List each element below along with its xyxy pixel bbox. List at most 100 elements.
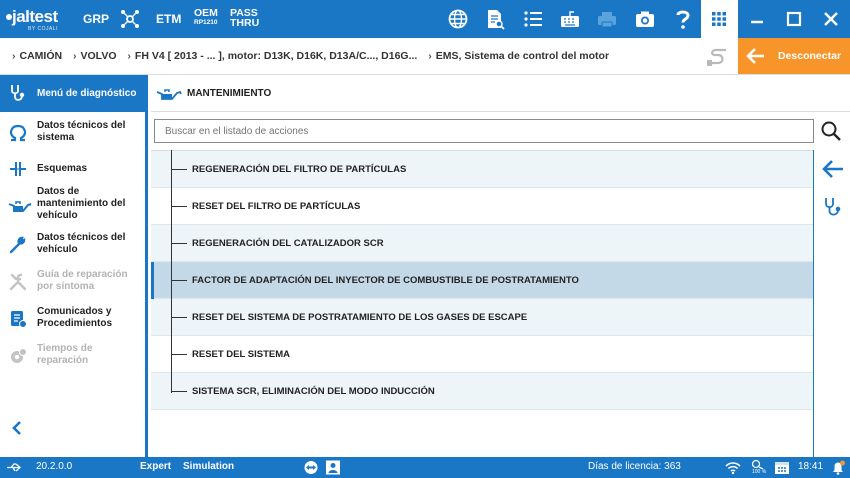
back-arrow-icon[interactable] <box>821 158 845 180</box>
brightness-icon <box>751 459 764 469</box>
sidebar-item-label: Comunicados y Procedimientos <box>37 306 113 329</box>
list-item[interactable]: RESET DEL FILTRO DE PARTÍCULAS <box>151 188 813 225</box>
list-item-label: REGENERACIÓN DEL CATALIZADOR SCR <box>192 238 384 249</box>
search-icon[interactable] <box>820 120 842 142</box>
chevron-left-icon[interactable] <box>9 419 25 437</box>
globe-icon[interactable] <box>447 8 469 30</box>
cable-icon <box>707 48 726 66</box>
oil-can-icon <box>156 89 182 100</box>
list-item-label: RESET DEL FILTRO DE PARTÍCULAS <box>192 201 361 212</box>
clock-text: 18:41 <box>798 461 824 472</box>
list-icon[interactable] <box>522 8 544 30</box>
list-item-label: REGENERACIÓN DEL FILTRO DE PARTÍCULAS <box>192 164 407 175</box>
sidebar-item-label: Esquemas <box>37 163 88 174</box>
rp1210-label: RP1210 <box>194 19 218 26</box>
battery-percent-text: 100 % <box>752 469 767 475</box>
tree-branch <box>171 169 187 170</box>
tree-trunk-line <box>171 150 172 393</box>
printer-icon[interactable] <box>596 8 618 30</box>
jaltest-logo: jaltest BY COJALI <box>6 5 70 33</box>
action-list: REGENERACIÓN DEL FILTRO DE PARTÍCULAS RE… <box>151 150 813 457</box>
network-icon[interactable] <box>119 8 141 30</box>
mode-text: Expert <box>140 461 172 472</box>
grid-button[interactable] <box>701 0 738 38</box>
oem-rp1210-button[interactable]: OEM RP1210 <box>194 8 218 28</box>
sidebar-item-label: Datos técnicos del sistema <box>37 120 126 143</box>
breadcrumb-item-system[interactable]: EMS, Sistema de control del motor <box>436 50 609 62</box>
list-item-label: RESET DEL SISTEMA DE POSTRATAMIENTO DE L… <box>192 312 528 323</box>
camera-icon[interactable] <box>634 8 656 30</box>
user-icon[interactable] <box>325 460 341 475</box>
grid-icon <box>712 12 726 26</box>
tree-branch <box>171 280 187 281</box>
gear-clock-icon <box>11 348 27 363</box>
sidebar-item-label: Tiempos de reparación <box>37 343 93 366</box>
search-input[interactable] <box>154 119 814 143</box>
content-header: MANTENIMIENTO <box>151 75 850 112</box>
etm-button[interactable]: ETM <box>156 12 181 26</box>
minimize-icon[interactable] <box>747 9 767 29</box>
sidebar-item-label: Datos de mantenimiento del vehículo <box>37 186 126 221</box>
arrow-left-icon <box>746 48 764 64</box>
breadcrumb-item-brand[interactable]: VOLVO <box>81 50 117 62</box>
tree-branch <box>171 391 187 392</box>
right-rail <box>813 150 850 457</box>
notification-bell-icon[interactable] <box>830 460 846 475</box>
selection-marker <box>151 262 154 299</box>
sidebar-item-bulletins-procedures[interactable]: Comunicados y Procedimientos <box>0 300 145 338</box>
sidebar-item-schematics[interactable]: Esquemas <box>0 150 145 188</box>
list-item-label: FACTOR DE ADAPTACIÓN DEL INYECTOR DE COM… <box>192 275 579 286</box>
status-bar: 20.2.0.0 Expert Simulation Días de licen… <box>0 457 850 478</box>
usb-icon <box>7 463 21 472</box>
list-item[interactable]: REGENERACIÓN DEL FILTRO DE PARTÍCULAS <box>151 151 813 188</box>
sidebar-item-label: Guía de reparación por síntoma <box>37 269 128 292</box>
breadcrumb-item-model[interactable]: FH V4 [ 2013 - ... ], motor: D13K, D16K,… <box>135 50 417 62</box>
sidebar-header-label: Menú de diagnóstico <box>37 88 137 99</box>
list-item-selected[interactable]: FACTOR DE ADAPTACIÓN DEL INYECTOR DE COM… <box>151 262 813 299</box>
list-item-label: SISTEMA SCR, ELIMINACIÓN DEL MODO INDUCC… <box>192 386 435 397</box>
help-icon[interactable] <box>672 8 694 30</box>
top-bar: jaltest BY COJALI GRP ETM OEM RP1210 PAS… <box>0 0 850 38</box>
teamviewer-icon[interactable] <box>303 460 319 475</box>
wifi-icon <box>725 462 741 475</box>
disconnect-button[interactable]: Desconectar <box>738 38 850 74</box>
stethoscope-icon <box>11 85 25 101</box>
close-icon[interactable] <box>821 9 841 29</box>
disconnect-label: Desconectar <box>778 50 842 62</box>
tree-branch <box>171 243 187 244</box>
omega-icon <box>9 124 27 142</box>
tree-branch <box>171 354 187 355</box>
tree-branch <box>171 206 187 207</box>
schematic-icon <box>10 162 26 176</box>
bulletin-icon <box>11 311 27 328</box>
oil-can-icon <box>8 201 31 212</box>
sidebar-header-diagnostic-menu[interactable]: Menú de diagnóstico <box>0 75 145 112</box>
sidebar-item-system-technical-data[interactable]: Datos técnicos del sistema <box>0 114 145 152</box>
breadcrumb-item-vehicle-type[interactable]: CAMIÓN <box>20 50 63 62</box>
version-text: 20.2.0.0 <box>36 461 73 472</box>
pass-thru-button[interactable]: PASS THRU <box>230 8 259 29</box>
document-search-icon[interactable] <box>484 8 506 30</box>
list-item[interactable]: SISTEMA SCR, ELIMINACIÓN DEL MODO INDUCC… <box>151 373 813 410</box>
simulation-text: Simulation <box>183 461 235 472</box>
sidebar-item-vehicle-maintenance-data[interactable]: Datos de mantenimiento del vehículo <box>0 186 145 224</box>
logo-sub: BY COJALI <box>28 26 58 32</box>
sidebar: Menú de diagnóstico Datos técnicos del s… <box>0 75 148 457</box>
tree-branch <box>171 317 187 318</box>
list-item-label: RESET DEL SISTEMA <box>192 349 291 360</box>
sidebar-item-repair-times: Tiempos de reparación <box>0 337 145 375</box>
wrench-icon <box>9 236 26 254</box>
grp-button[interactable]: GRP <box>83 12 109 26</box>
maximize-icon[interactable] <box>784 9 804 29</box>
sidebar-item-vehicle-technical-data[interactable]: Datos técnicos del vehículo <box>0 226 145 264</box>
list-item[interactable]: REGENERACIÓN DEL CATALIZADOR SCR <box>151 225 813 262</box>
sidebar-item-symptom-repair-guide: Guía de reparación por síntoma <box>0 263 145 301</box>
list-item[interactable]: RESET DEL SISTEMA <box>151 336 813 373</box>
stethoscope-icon[interactable] <box>822 196 846 218</box>
breadcrumb: › CAMIÓN › VOLVO › FH V4 [ 2013 - ... ], mo… <box>12 50 610 62</box>
tools-icon <box>9 273 27 291</box>
calendar-icon[interactable] <box>774 460 790 475</box>
logo-text: jaltest <box>12 7 58 26</box>
list-item[interactable]: RESET DEL SISTEMA DE POSTRATAMIENTO DE L… <box>151 299 813 336</box>
keyboard-icon[interactable] <box>559 8 581 30</box>
